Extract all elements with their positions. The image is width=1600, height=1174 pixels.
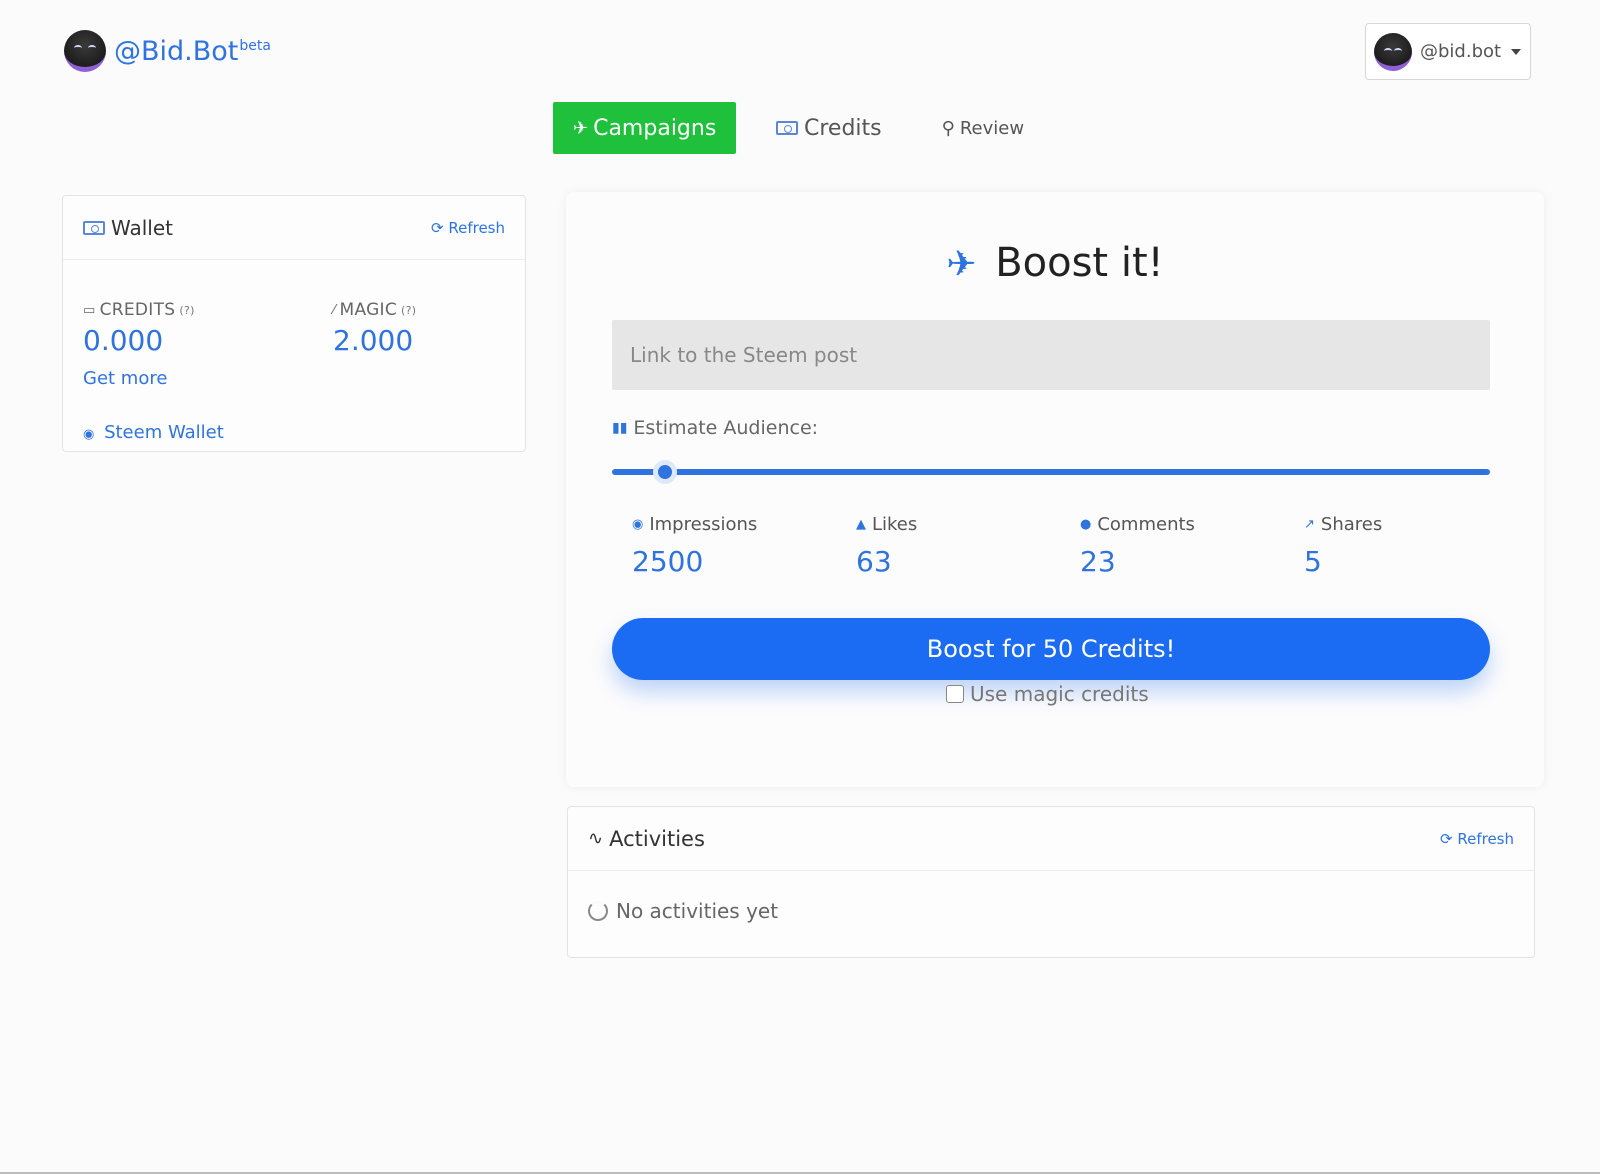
comments-value: 23: [1080, 545, 1116, 578]
impressions-metric: ◉ Impressions 2500: [632, 514, 757, 578]
user-handle: @bid.bot: [1420, 41, 1502, 62]
tab-review-label: Review: [959, 117, 1025, 139]
wallet-header: Wallet ⟳ Refresh: [63, 196, 525, 260]
audience-label-text: Estimate Audience:: [633, 417, 819, 439]
boost-title: ✈ Boost it!: [566, 240, 1544, 286]
tab-credits[interactable]: Credits: [776, 102, 882, 154]
rocket-icon: ✈: [573, 117, 589, 139]
share-icon: ↗: [1304, 517, 1315, 532]
thumbs-up-icon: ▲: [856, 517, 866, 532]
page: @Bid.Botbeta @bid.bot ✈ Campaigns Credit…: [0, 0, 1600, 1174]
audience-slider-handle[interactable]: [652, 460, 677, 484]
beta-badge: beta: [239, 37, 271, 54]
audience-metrics: ◉ Impressions 2500 ▲ Likes 63 ● Comments…: [632, 514, 1512, 594]
likes-metric: ▲ Likes 63: [856, 514, 917, 578]
shares-metric: ↗ Shares 5: [1304, 514, 1382, 578]
activities-empty-state: No activities yet: [568, 871, 1534, 951]
wallet-title: Wallet: [83, 216, 173, 240]
activities-title: ∿ Activities: [588, 827, 705, 851]
activities-title-text: Activities: [609, 826, 705, 851]
magic-label-text: MAGIC: [339, 300, 398, 320]
tab-credits-label: Credits: [804, 115, 882, 141]
impressions-label: ◉ Impressions: [632, 514, 757, 535]
magic-wand-icon: ⁄: [333, 302, 336, 318]
main-nav: ✈ Campaigns Credits ⚲ Review: [553, 102, 1024, 154]
likes-label-text: Likes: [872, 514, 918, 535]
caret-down-icon: [1511, 48, 1522, 55]
user-menu-button[interactable]: @bid.bot: [1365, 23, 1531, 80]
comment-icon: ●: [1080, 517, 1092, 532]
refresh-icon: ⟳: [1439, 829, 1453, 848]
credits-label-text: CREDITS: [99, 300, 176, 320]
wallet-stats: ▭ CREDITS (?) 0.000 ⁄ MAGIC (?) 2.000 Ge…: [63, 260, 525, 450]
eye-icon: ◉: [83, 427, 95, 442]
tab-review[interactable]: ⚲ Review: [942, 102, 1024, 154]
eye-icon: ◉: [632, 517, 644, 532]
brand-name: @Bid.Botbeta: [114, 35, 271, 67]
user-avatar-icon: [1374, 32, 1412, 71]
boost-button[interactable]: Boost for 50 Credits!: [612, 618, 1490, 680]
boost-title-text: Boost it!: [995, 240, 1164, 286]
robot-logo-icon: [64, 30, 106, 72]
magic-value: 2.000: [333, 324, 414, 357]
money-icon: [776, 121, 798, 135]
activities-header: ∿ Activities ⟳ Refresh: [568, 807, 1534, 871]
audience-slider-track[interactable]: [612, 469, 1490, 475]
wallet-refresh-link[interactable]: ⟳ Refresh: [431, 219, 505, 237]
impressions-label-text: Impressions: [649, 514, 758, 535]
boost-card: ✈ Boost it! ▮▮ Estimate Audience: ◉ Impr…: [566, 192, 1544, 787]
spinner-icon: [588, 901, 608, 921]
bar-chart-icon: ▮▮: [612, 420, 628, 436]
audience-label: ▮▮ Estimate Audience:: [612, 417, 818, 439]
comments-label: ● Comments: [1080, 514, 1195, 535]
rocket-icon: ✈: [946, 244, 977, 285]
credits-help-hint[interactable]: (?): [179, 304, 194, 317]
steem-wallet-link[interactable]: ◉ Steem Wallet: [83, 422, 224, 443]
get-more-link[interactable]: Get more: [83, 368, 167, 389]
activities-panel: ∿ Activities ⟳ Refresh No activities yet: [567, 806, 1535, 958]
wallet-title-text: Wallet: [111, 215, 174, 240]
brand[interactable]: @Bid.Botbeta: [64, 30, 271, 72]
credits-stat: ▭ CREDITS (?) 0.000: [83, 300, 195, 357]
comments-metric: ● Comments 23: [1080, 514, 1195, 578]
likes-value: 63: [856, 545, 892, 578]
wallet-panel: Wallet ⟳ Refresh ▭ CREDITS (?) 0.000 ⁄ M…: [62, 195, 526, 452]
shares-value: 5: [1304, 545, 1322, 578]
magic-stat: ⁄ MAGIC (?) 2.000: [333, 300, 416, 357]
activities-refresh-label: Refresh: [1457, 829, 1514, 848]
comments-label-text: Comments: [1097, 514, 1195, 535]
likes-label: ▲ Likes: [856, 514, 917, 535]
use-magic-credits-checkbox[interactable]: [946, 685, 964, 703]
credits-label: ▭ CREDITS (?): [83, 300, 195, 320]
steem-wallet-label: Steem Wallet: [104, 422, 224, 443]
tab-campaigns[interactable]: ✈ Campaigns: [553, 102, 736, 154]
tab-campaigns-label: Campaigns: [593, 115, 717, 141]
pulse-icon: ∿: [588, 828, 604, 849]
magic-label: ⁄ MAGIC (?): [333, 300, 416, 320]
impressions-value: 2500: [632, 545, 704, 578]
use-magic-credits-label: Use magic credits: [970, 682, 1149, 706]
wallet-refresh-label: Refresh: [448, 218, 505, 237]
credits-value: 0.000: [83, 324, 164, 357]
activities-refresh-link[interactable]: ⟳ Refresh: [1440, 830, 1514, 848]
use-magic-credits-toggle[interactable]: Use magic credits: [946, 682, 1149, 706]
post-link-input[interactable]: [612, 320, 1490, 390]
money-icon: ▭: [83, 302, 96, 318]
activities-empty-label: No activities yet: [616, 899, 779, 923]
search-icon: ⚲: [941, 117, 955, 139]
shares-label: ↗ Shares: [1304, 514, 1382, 535]
money-icon: [83, 220, 105, 235]
refresh-icon: ⟳: [430, 218, 444, 237]
shares-label-text: Shares: [1320, 514, 1383, 535]
magic-help-hint[interactable]: (?): [401, 304, 416, 317]
